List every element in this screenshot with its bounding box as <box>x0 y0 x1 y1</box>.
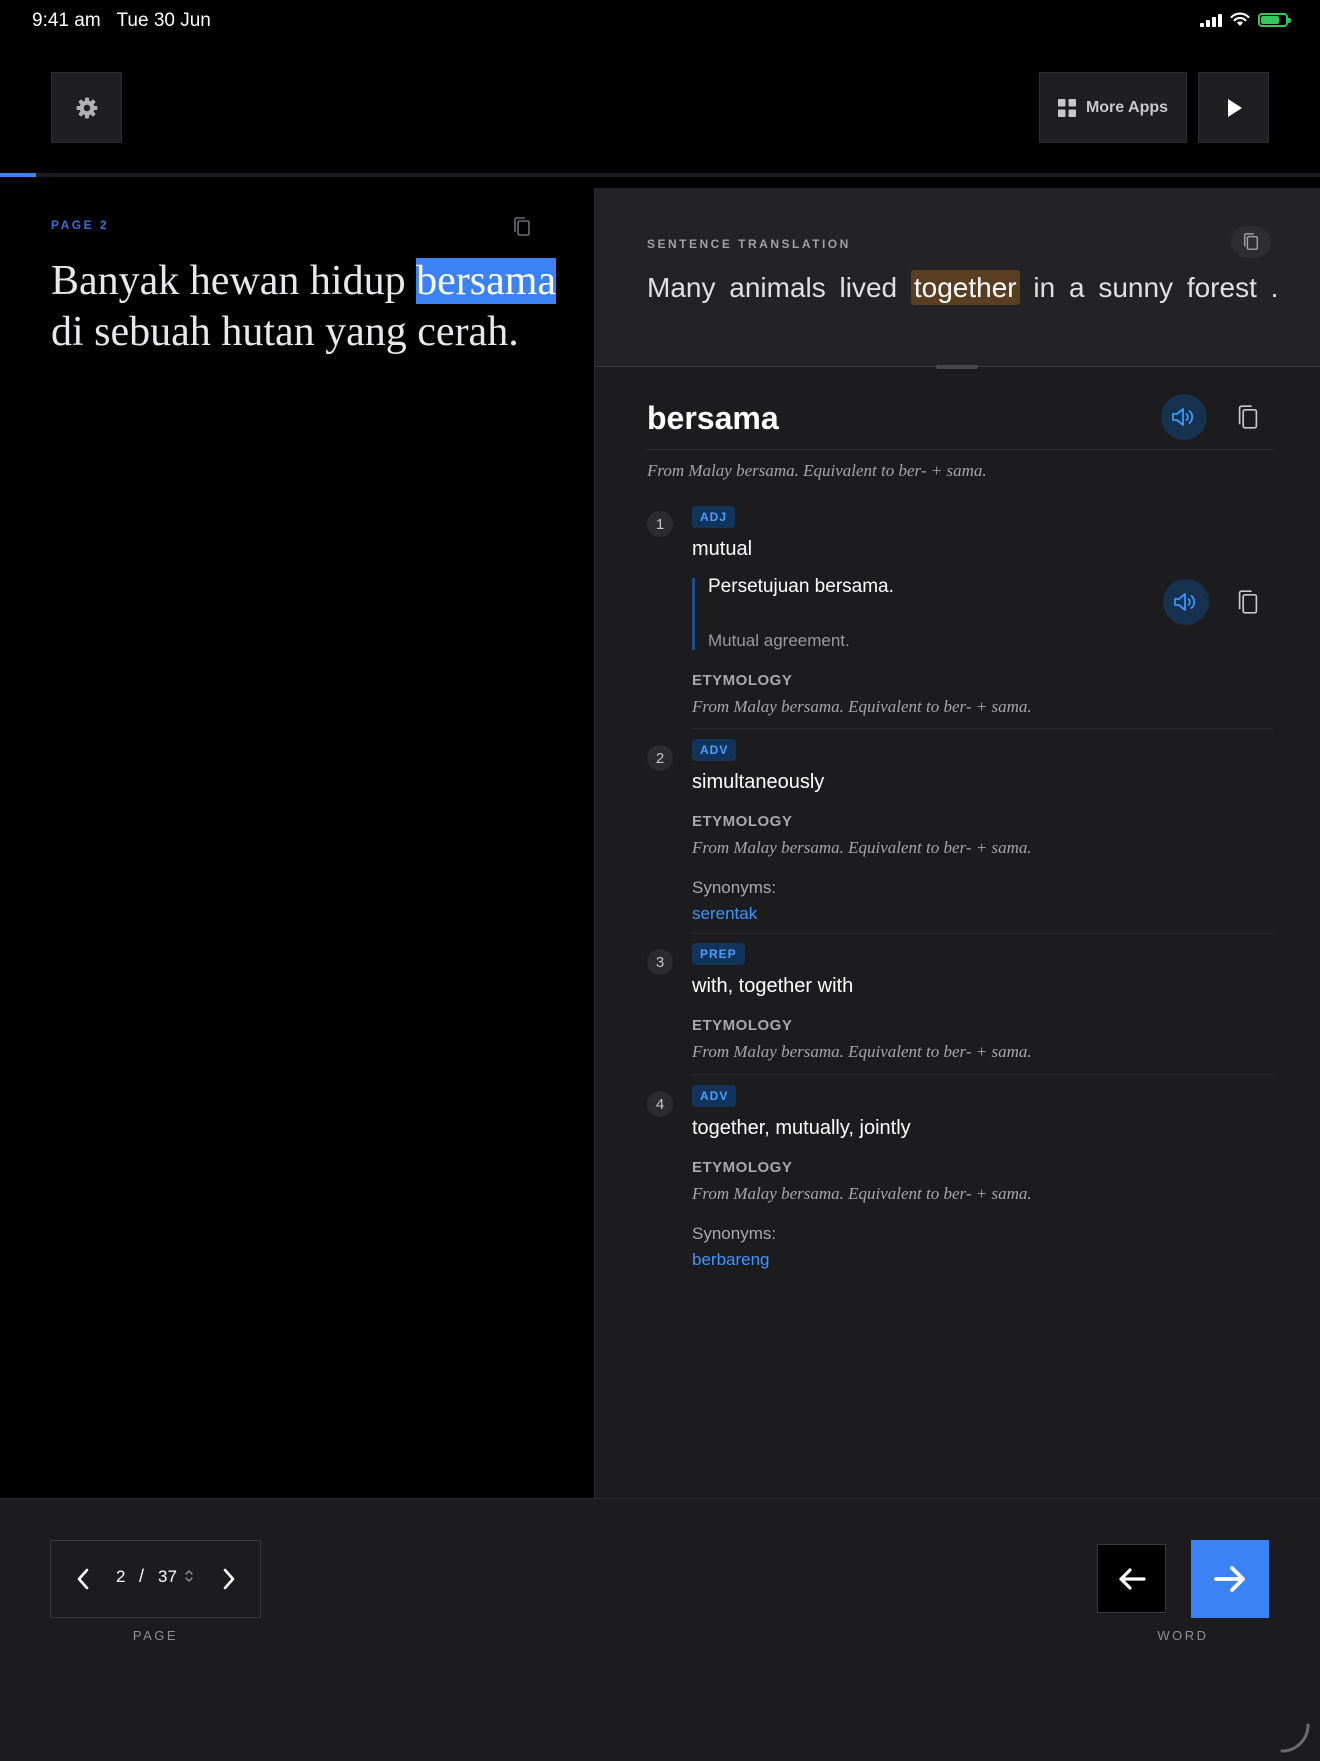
divider <box>692 933 1273 934</box>
total-pages-selector[interactable]: 37 <box>158 1567 177 1587</box>
page-stepper[interactable] <box>184 1568 194 1589</box>
chevron-left-icon <box>77 1568 89 1590</box>
pos-badge: ADV <box>692 739 737 761</box>
sense-number: 2 <box>647 745 673 771</box>
translation-before: Many animals lived <box>647 272 911 303</box>
copy-translation-button[interactable] <box>1231 226 1271 258</box>
source-pane: PAGE 2 Banyak hewan hidup bersama di seb… <box>0 188 594 1498</box>
copy-example-button[interactable] <box>1230 584 1266 620</box>
source-word[interactable]: sebuah <box>94 309 211 355</box>
sense-etymology: From Malay bersama. Equivalent to ber- +… <box>692 1042 1032 1061</box>
speak-example-button[interactable] <box>1163 579 1209 625</box>
synonym-link[interactable]: berbareng <box>692 1250 770 1270</box>
bottom-navigation-bar: 2 / 37 PAGE WORD <box>0 1498 1320 1761</box>
example-translation: Mutual agreement. <box>708 631 850 650</box>
play-button[interactable] <box>1198 72 1269 143</box>
next-word-button[interactable] <box>1191 1540 1269 1618</box>
dictionary-pane: SENTENCE TRANSLATION Many animals lived … <box>594 188 1320 1498</box>
battery-charging-icon <box>1258 12 1291 27</box>
sense-number: 4 <box>647 1091 673 1117</box>
previous-word-button[interactable] <box>1097 1544 1166 1613</box>
more-apps-button[interactable]: More Apps <box>1039 72 1187 143</box>
source-word-highlighted[interactable]: bersama <box>416 258 557 304</box>
source-word[interactable]: cerah <box>417 309 508 355</box>
sense-gloss: simultaneously <box>692 771 825 793</box>
wifi-icon <box>1230 12 1250 26</box>
page-separator: / <box>139 1566 145 1586</box>
example-quote-bar <box>692 578 695 650</box>
sense-etymology: From Malay bersama. Equivalent to ber- +… <box>692 838 1032 857</box>
sense-gloss: together, mutually, jointly <box>692 1117 911 1139</box>
example-sentence: Persetujuan bersama. <box>708 576 894 597</box>
speaker-icon <box>1172 408 1194 426</box>
copy-icon <box>1243 233 1259 250</box>
headword: bersama <box>647 400 779 436</box>
etymology-label: ETYMOLOGY <box>692 1017 793 1034</box>
word-caption: WORD <box>1157 1628 1209 1643</box>
etymology-label: ETYMOLOGY <box>692 1159 793 1176</box>
translation-after: in a sunny forest . <box>1019 272 1279 303</box>
settings-button[interactable] <box>51 72 122 143</box>
copy-source-button[interactable] <box>512 216 532 243</box>
copy-icon <box>514 217 530 236</box>
copy-icon <box>1238 405 1258 429</box>
page-pager: 2 / 37 <box>50 1540 261 1618</box>
reading-progress-fill <box>0 173 36 177</box>
copy-icon <box>1238 590 1258 614</box>
more-apps-label: More Apps <box>1085 98 1169 116</box>
sense-etymology: From Malay bersama. Equivalent to ber- +… <box>692 1184 1032 1203</box>
headword-etymology: From Malay bersama. Equivalent to ber- +… <box>647 461 987 480</box>
grid-icon <box>1057 98 1076 117</box>
status-bar: 9:41 am Tue 30 Jun <box>0 0 1320 40</box>
current-page: 2 <box>116 1567 126 1586</box>
next-page-button[interactable] <box>215 1565 243 1593</box>
sense-gloss: mutual <box>692 538 753 560</box>
cellular-signal-icon <box>1200 13 1222 27</box>
chevron-right-icon <box>223 1568 235 1590</box>
sense-gloss: with, together with <box>692 975 854 997</box>
arrow-right-icon <box>1214 1566 1245 1592</box>
synonym-link[interactable]: serentak <box>692 904 757 924</box>
sense-number: 3 <box>647 949 673 975</box>
pos-badge: PREP <box>692 943 745 965</box>
copy-headword-button[interactable] <box>1230 399 1266 435</box>
gear-icon <box>76 97 97 118</box>
divider <box>692 728 1273 729</box>
arrow-left-icon <box>1118 1567 1146 1590</box>
etymology-label: ETYMOLOGY <box>692 813 793 830</box>
pos-badge: ADV <box>692 1085 737 1107</box>
pos-badge: ADJ <box>692 506 736 528</box>
source-word[interactable]: hewan <box>190 258 300 304</box>
synonyms-label: Synonyms: <box>692 1224 777 1243</box>
previous-page-button[interactable] <box>69 1565 97 1593</box>
etymology-label: ETYMOLOGY <box>692 672 793 689</box>
speaker-icon <box>1174 593 1196 611</box>
page-label: PAGE 2 <box>51 218 110 232</box>
status-time: 9:41 am Tue 30 Jun <box>32 10 211 31</box>
speak-headword-button[interactable] <box>1161 394 1207 440</box>
panel-resize-handle[interactable] <box>936 365 978 369</box>
source-word[interactable]: Banyak <box>51 258 179 304</box>
sentence-translation-section: SENTENCE TRANSLATION Many animals lived … <box>595 188 1320 367</box>
divider <box>647 449 1273 450</box>
source-word[interactable]: hidup <box>310 258 406 304</box>
translation-highlighted-word[interactable]: together <box>910 270 1020 305</box>
status-indicators <box>1200 12 1291 27</box>
sense-etymology: From Malay bersama. Equivalent to ber- +… <box>692 697 1032 716</box>
source-word[interactable]: . <box>508 309 519 355</box>
synonyms-label: Synonyms: <box>692 878 777 897</box>
chevron-up-down-icon <box>185 1570 193 1582</box>
sense-number: 1 <box>647 511 673 537</box>
page-caption: PAGE <box>132 1628 179 1643</box>
source-sentence: Banyak hewan hidup bersama di sebuah hut… <box>51 256 571 358</box>
source-word[interactable]: yang <box>325 309 407 355</box>
divider <box>692 1074 1273 1075</box>
translation-text: Many animals lived together in a sunny f… <box>647 270 1279 305</box>
translation-label: SENTENCE TRANSLATION <box>647 237 851 251</box>
source-word[interactable]: hutan <box>221 309 314 355</box>
source-word[interactable]: di <box>51 309 84 355</box>
home-indicator-corner <box>1280 1723 1310 1753</box>
play-icon <box>1227 98 1242 117</box>
reading-progress-bar <box>0 173 1320 177</box>
